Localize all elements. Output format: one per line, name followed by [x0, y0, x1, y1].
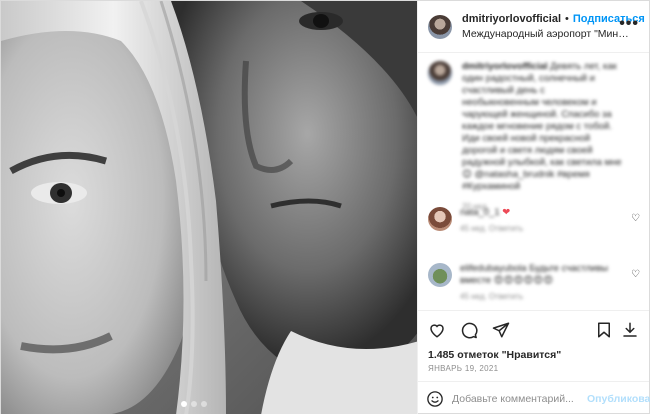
- photo-image: [1, 1, 417, 414]
- share-button[interactable]: [490, 319, 512, 341]
- post-photo[interactable]: [1, 1, 417, 414]
- commenter-avatar[interactable]: [428, 207, 452, 231]
- header-username[interactable]: dmitriyorlovofficial: [462, 12, 561, 27]
- location-link[interactable]: Международный аэропорт "Минера...: [462, 27, 632, 42]
- comments-section: dmitriyorlovofficial Девять лет, как оди…: [418, 53, 649, 310]
- like-comment-icon[interactable]: ♡: [631, 269, 640, 280]
- more-options-icon[interactable]: •••: [619, 15, 639, 33]
- likes-count[interactable]: 1.485 отметок "Нравится": [418, 348, 649, 362]
- bookmark-icon: [598, 322, 610, 338]
- instagram-post: dmitriyorlovofficial • Подписаться Между…: [0, 0, 650, 414]
- carousel-dot: [201, 401, 207, 407]
- download-icon: [623, 322, 637, 337]
- comment-button[interactable]: [458, 319, 480, 341]
- comment-username[interactable]: nata_0_1: [460, 207, 500, 219]
- comment-text: ❤: [502, 207, 511, 218]
- avatar[interactable]: [428, 14, 452, 39]
- comment-icon: [461, 322, 478, 338]
- carousel-dot-active: [181, 401, 187, 407]
- comment-input[interactable]: [452, 392, 587, 405]
- caption-avatar[interactable]: [428, 61, 452, 85]
- like-comment-icon[interactable]: ♡: [631, 213, 640, 224]
- publish-button[interactable]: Опубликовать: [587, 393, 650, 405]
- paper-plane-icon: [492, 322, 510, 337]
- comment-box: Опубликовать: [418, 381, 650, 414]
- likes-number: 1.485: [428, 349, 455, 361]
- post-date[interactable]: ЯНВАРЬ 19, 2021: [418, 362, 649, 381]
- comment-item: elifedubayubola Будьте счастливы вместе …: [428, 263, 640, 303]
- comment-item: nata_0_1 ❤ 45 нед. Ответить ♡: [428, 207, 640, 235]
- likes-label: "Нравится": [501, 349, 562, 361]
- fullscreen-button[interactable]: [593, 319, 615, 341]
- action-bar: [418, 310, 649, 348]
- comment-username[interactable]: elifedubayubola: [460, 263, 527, 275]
- commenter-avatar[interactable]: [428, 263, 452, 287]
- separator-dot: •: [565, 12, 569, 25]
- post-header: dmitriyorlovofficial • Подписаться Между…: [418, 1, 649, 53]
- caption-text: Девять лет, как один радостный, солнечны…: [462, 61, 622, 192]
- carousel-dots: [181, 401, 207, 407]
- save-button[interactable]: [619, 319, 641, 341]
- comment-meta: 45 нед. Ответить: [460, 292, 524, 301]
- like-button[interactable]: [426, 319, 448, 341]
- caption-username[interactable]: dmitriyorlovofficial: [462, 61, 548, 72]
- likes-prefix: отметок: [457, 349, 499, 361]
- post-side-panel: dmitriyorlovofficial • Подписаться Между…: [417, 1, 650, 414]
- caption: dmitriyorlovofficial Девять лет, как оди…: [428, 61, 639, 213]
- heart-icon: [430, 323, 444, 338]
- carousel-dot: [191, 401, 197, 407]
- emoji-icon[interactable]: [426, 389, 444, 409]
- comment-meta: 45 нед. Ответить: [460, 224, 524, 233]
